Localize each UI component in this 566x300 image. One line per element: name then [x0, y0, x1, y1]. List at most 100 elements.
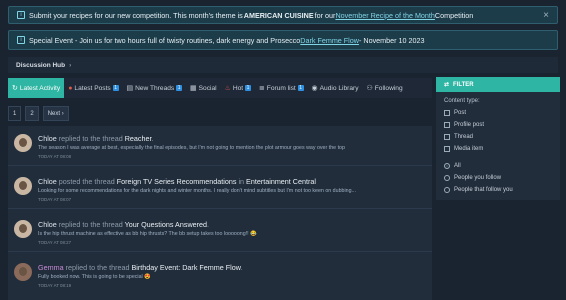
filter-option-thread[interactable]: Thread [444, 134, 473, 140]
username[interactable]: Gemma [38, 263, 64, 272]
tab-label: Latest Activity [19, 84, 61, 92]
tab-social[interactable]: ▦ Social [186, 78, 221, 98]
scope-people-that-follow-you[interactable]: People that follow you [444, 187, 513, 193]
checkbox[interactable] [444, 122, 450, 128]
recipe-month-link[interactable]: November Recipe of the Month [335, 11, 434, 20]
forum-link[interactable]: Entertainment Central [246, 177, 316, 186]
content-type-label: Content type: [444, 98, 480, 104]
event-notice: i Special Event - Join us for two hours … [8, 30, 558, 50]
info-icon: i [17, 36, 25, 44]
users-icon: ⚇ [366, 85, 373, 92]
post-preview: The season I was average at best, especi… [38, 145, 345, 151]
tail-text: . [151, 134, 154, 143]
tail-text: . [240, 263, 243, 272]
checkbox[interactable] [444, 146, 450, 152]
username[interactable]: Chloe [38, 220, 57, 229]
option-label: Post [454, 110, 467, 116]
checkbox[interactable] [444, 134, 450, 140]
notice-theme: AMERICAN CUISINE [243, 10, 314, 20]
notice-text-post: Competition [434, 10, 474, 20]
page-2-button[interactable]: 2 [25, 106, 39, 121]
count-badge: 1 [245, 85, 251, 91]
info-icon: i [17, 11, 25, 19]
activity-headline: Chloe replied to the thread Reacher. [38, 134, 154, 143]
radio-button[interactable] [444, 163, 450, 169]
filter-title: FILTER [453, 81, 474, 88]
close-icon[interactable]: × [543, 10, 549, 21]
option-label: All [454, 163, 461, 169]
refresh-icon: ↻ [12, 85, 18, 92]
filter-option-post[interactable]: Post [444, 110, 466, 116]
radio-button[interactable] [444, 175, 450, 181]
tab-forum-list[interactable]: ≣ Forum list 1 [255, 78, 308, 98]
thread-link[interactable]: Foreign TV Series Recommendations [117, 177, 237, 186]
next-page-button[interactable]: Next › [42, 106, 69, 121]
count-badge: 1 [112, 85, 119, 91]
action-text: posted the thread [56, 177, 117, 186]
page-1-button[interactable]: 1 [8, 106, 22, 121]
timestamp: TODAY AT 08:08 [38, 154, 72, 159]
activity-tabs: ↻ Latest Activity ● Latest Posts 1 ▤ New Thr… [8, 78, 432, 98]
avatar[interactable] [14, 263, 32, 281]
thread-icon: ▤ [126, 85, 134, 92]
tail-text: . [207, 220, 210, 229]
audio-icon: ◉ [311, 85, 318, 92]
thread-link[interactable]: Your Questions Answered [125, 220, 207, 229]
list-item: Chloe replied to the thread Reacher. The… [8, 126, 432, 166]
pagination: 1 2 Next › [8, 106, 69, 121]
list-item: Gemma replied to the thread Birthday Eve… [8, 255, 432, 295]
username[interactable]: Chloe [38, 134, 57, 143]
post-preview: Looking for some recommendations for the… [38, 188, 356, 194]
dark-femme-flow-link[interactable]: Dark Femme Flow [300, 36, 359, 45]
activity-headline: Gemma replied to the thread Birthday Eve… [38, 263, 243, 272]
avatar[interactable] [14, 220, 32, 238]
fire-icon: ♨ [224, 85, 231, 92]
tab-hot[interactable]: ♨ Hot 1 [221, 78, 255, 98]
filter-panel: ⇄ FILTER Content type: Post Profile post … [436, 77, 560, 200]
filter-option-profile-post[interactable]: Profile post [444, 122, 484, 128]
list-icon: ≣ [258, 85, 265, 92]
radio-button[interactable] [444, 187, 450, 193]
event-text-post: - November 10 2023 [358, 35, 425, 45]
action-text: replied to the thread [56, 220, 125, 229]
timestamp: TODAY AT 08:19 [38, 283, 72, 288]
option-label: People that follow you [454, 187, 513, 193]
timestamp: TODAY AT 08:27 [38, 240, 72, 245]
thread-link[interactable]: Birthday Event: Dark Femme Flow [132, 263, 241, 272]
scope-all[interactable]: All [444, 163, 461, 169]
timestamp: TODAY AT 08:07 [38, 197, 72, 202]
tab-label: New Threads [135, 84, 175, 92]
option-label: Media item [454, 146, 484, 152]
comment-icon: ● [68, 84, 73, 92]
scope-people-you-follow[interactable]: People you follow [444, 175, 501, 181]
avatar[interactable] [14, 134, 32, 152]
avatar[interactable] [14, 177, 32, 195]
breadcrumb-discussion-hub[interactable]: Discussion Hub [16, 62, 65, 69]
username[interactable]: Chloe [38, 177, 57, 186]
action-text: replied to the thread [56, 134, 125, 143]
action-text: replied to the thread [63, 263, 132, 272]
tab-label: Audio Library [319, 84, 359, 92]
checkbox[interactable] [444, 110, 450, 116]
post-preview: Is the hip thrust machine as effective a… [38, 231, 257, 237]
chevron-right-icon: › [69, 61, 72, 69]
tab-new-threads[interactable]: ▤ New Threads 1 [123, 78, 187, 98]
tab-label: Latest Posts [74, 84, 111, 92]
tab-label: Hot [232, 84, 244, 92]
filter-option-media-item[interactable]: Media item [444, 146, 483, 152]
option-label: People you follow [454, 175, 502, 181]
tab-latest-posts[interactable]: ● Latest Posts 1 [64, 78, 122, 98]
event-text-pre: Special Event - Join us for two hours fu… [29, 35, 301, 45]
activity-headline: Chloe posted the thread Foreign TV Serie… [38, 177, 316, 186]
tab-label: Following [374, 84, 403, 92]
notice-text-pre: Submit your recipes for our new competit… [29, 10, 243, 20]
filter-header: ⇄ FILTER [436, 77, 560, 92]
filter-icon: ⇄ [444, 82, 450, 88]
tab-following[interactable]: ⚇ Following [363, 78, 407, 98]
activity-headline: Chloe replied to the thread Your Questio… [38, 220, 209, 229]
tab-label: Forum list [266, 84, 296, 92]
tab-audio-library[interactable]: ◉ Audio Library [308, 78, 363, 98]
count-badge: 1 [176, 85, 182, 91]
thread-link[interactable]: Reacher [125, 134, 152, 143]
tab-latest-activity[interactable]: ↻ Latest Activity [8, 78, 65, 98]
